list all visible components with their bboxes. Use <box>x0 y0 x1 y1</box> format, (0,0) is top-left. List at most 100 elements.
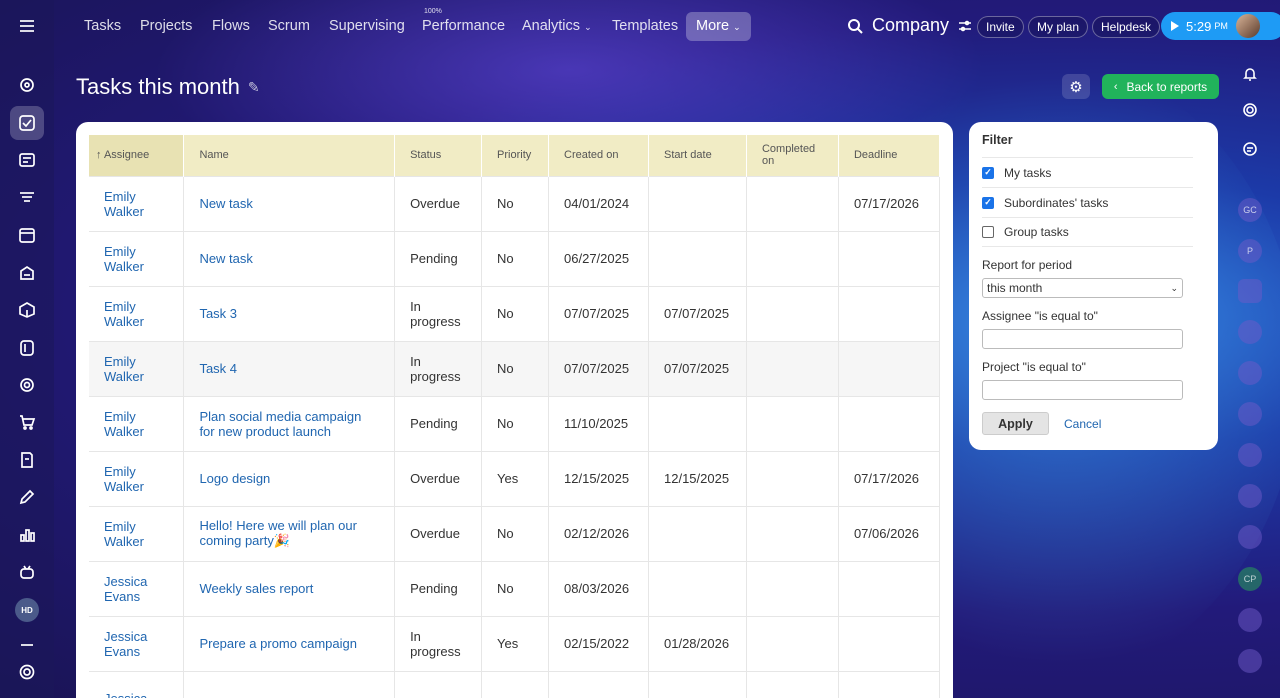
col-header-status[interactable]: Status <box>394 135 483 176</box>
settings-gear-icon[interactable] <box>10 655 44 689</box>
assignee-link[interactable]: Emily Walker <box>104 519 144 549</box>
task-link[interactable]: New task <box>199 251 252 266</box>
chat-avatar-swirl[interactable] <box>1238 525 1262 549</box>
invite-button[interactable]: Invite <box>977 16 1024 38</box>
cell-created: 02/12/2026 <box>548 505 649 561</box>
col-header-start[interactable]: Start date <box>648 135 747 176</box>
col-header-name[interactable]: Name <box>183 135 396 176</box>
task-link[interactable]: Hello! Here we will plan our coming part… <box>199 518 357 548</box>
task-link[interactable]: Plan social media campaign for new produ… <box>199 409 361 439</box>
chat-avatar-swirl[interactable] <box>1238 361 1262 385</box>
performance-badge: 100% <box>424 8 442 15</box>
copilot-icon[interactable] <box>10 555 44 589</box>
cart-icon[interactable] <box>10 405 44 439</box>
play-icon <box>1171 21 1179 31</box>
assignee-link[interactable]: Jessica <box>104 691 147 698</box>
apply-button[interactable]: Apply <box>982 412 1049 435</box>
analytics-icon[interactable] <box>10 518 44 552</box>
col-header-assignee[interactable]: ↑ Assignee <box>89 135 185 176</box>
cell-completed <box>746 450 839 506</box>
nav-performance[interactable]: Performance <box>422 18 505 34</box>
filter-option-my-tasks[interactable]: ✓ My tasks <box>982 157 1193 187</box>
col-header-priority[interactable]: Priority <box>481 135 550 176</box>
assignee-link[interactable]: Emily Walker <box>104 464 144 494</box>
task-link[interactable]: New task <box>199 196 252 211</box>
chat-avatar-swirl[interactable] <box>1238 320 1262 344</box>
copilot-swirl-icon[interactable] <box>1237 97 1263 123</box>
period-select[interactable]: this month ⌄ <box>982 278 1183 298</box>
col-header-label: Assignee <box>103 149 150 162</box>
chat-avatar-cp[interactable]: CP <box>1238 567 1262 591</box>
calendar-icon[interactable] <box>10 218 44 252</box>
col-header-completed[interactable]: Completed on <box>746 135 839 176</box>
chat-avatar-swirl[interactable] <box>1238 649 1262 673</box>
nav-supervising[interactable]: Supervising <box>329 18 405 34</box>
helpdesk-button[interactable]: Helpdesk <box>1092 16 1161 38</box>
nav-projects[interactable]: Projects <box>140 18 192 34</box>
nav-flows[interactable]: Flows <box>212 18 250 34</box>
pin-icon[interactable]: ✎ <box>248 79 260 96</box>
sites-icon[interactable] <box>10 331 44 365</box>
nav-tasks[interactable]: Tasks <box>84 18 121 34</box>
assignee-link[interactable]: Emily Walker <box>104 299 144 329</box>
cell-created: 06/27/2025 <box>548 230 649 286</box>
page-title-text: Tasks this month <box>76 74 240 99</box>
drive-icon[interactable] <box>10 256 44 290</box>
pen-icon[interactable] <box>10 480 44 514</box>
assignee-link[interactable]: Jessica Evans <box>104 574 147 604</box>
project-input[interactable] <box>982 380 1183 400</box>
filter-option-subordinates[interactable]: ✓ Subordinates' tasks <box>982 187 1193 217</box>
chat-avatar-swirl[interactable] <box>1238 608 1262 632</box>
helpdesk-avatar[interactable]: HD <box>15 598 39 622</box>
nav-more-button[interactable]: More ⌄ <box>686 12 751 41</box>
nav-templates[interactable]: Templates <box>612 18 678 34</box>
crm-icon[interactable] <box>10 143 44 177</box>
chat-avatar-swirl[interactable] <box>1238 484 1262 508</box>
chat-icon[interactable] <box>1237 136 1263 162</box>
task-link[interactable]: Task 4 <box>199 361 237 376</box>
report-settings-gear-icon[interactable]: ⚙ <box>1062 74 1090 99</box>
nav-analytics[interactable]: Analytics ⌄ <box>522 18 592 34</box>
more-apps-icon[interactable] <box>10 630 44 650</box>
bell-icon[interactable] <box>1237 61 1263 87</box>
chat-avatar-p[interactable]: P <box>1238 239 1262 263</box>
col-header-deadline[interactable]: Deadline <box>838 135 941 176</box>
tasks-icon[interactable] <box>10 106 44 140</box>
company-search[interactable]: Company <box>847 15 949 36</box>
assignee-input[interactable] <box>982 329 1183 349</box>
menu-icon[interactable] <box>10 9 44 43</box>
box-icon[interactable] <box>10 293 44 327</box>
assignee-link[interactable]: Emily Walker <box>104 244 144 274</box>
sign-doc-icon[interactable] <box>10 443 44 477</box>
nav-scrum[interactable]: Scrum <box>268 18 310 34</box>
chat-avatar-swirl[interactable] <box>1238 443 1262 467</box>
checkbox-subordinates[interactable]: ✓ <box>982 196 994 209</box>
task-link[interactable]: Prepare a promo campaign <box>199 636 357 651</box>
task-link[interactable]: Weekly sales report <box>199 581 313 596</box>
work-day-clock[interactable]: 5:29 PM <box>1161 12 1280 40</box>
task-link[interactable]: Task 3 <box>199 306 237 321</box>
sliders-icon[interactable] <box>958 19 972 33</box>
feed-icon[interactable] <box>10 68 44 102</box>
cancel-link[interactable]: Cancel <box>1064 417 1101 431</box>
assignee-link[interactable]: Emily Walker <box>104 354 144 384</box>
checkbox-group[interactable] <box>982 226 994 238</box>
assignee-link[interactable]: Emily Walker <box>104 189 144 219</box>
task-link[interactable]: Logo design <box>199 471 270 486</box>
assignee-link[interactable]: Jessica Evans <box>104 629 147 659</box>
target-icon[interactable] <box>10 368 44 402</box>
filter-funnel-icon[interactable] <box>10 181 44 215</box>
assignee-link[interactable]: Emily Walker <box>104 409 144 439</box>
chat-avatar-crm[interactable] <box>1238 279 1262 303</box>
chat-avatar-gc[interactable]: GC <box>1238 198 1262 222</box>
filter-option-group[interactable]: Group tasks <box>982 217 1193 247</box>
checkbox-my-tasks[interactable]: ✓ <box>982 166 994 179</box>
cell-name: Weekly sales report <box>183 560 396 616</box>
chat-avatar-swirl[interactable] <box>1238 402 1262 426</box>
my-plan-button[interactable]: My plan <box>1028 16 1089 38</box>
back-to-reports-button[interactable]: ‹ Back to reports <box>1102 74 1219 99</box>
col-header-created[interactable]: Created on <box>548 135 649 176</box>
chevron-down-icon: ⌄ <box>733 22 741 32</box>
cell-start <box>648 395 747 451</box>
user-avatar[interactable] <box>1236 14 1260 38</box>
